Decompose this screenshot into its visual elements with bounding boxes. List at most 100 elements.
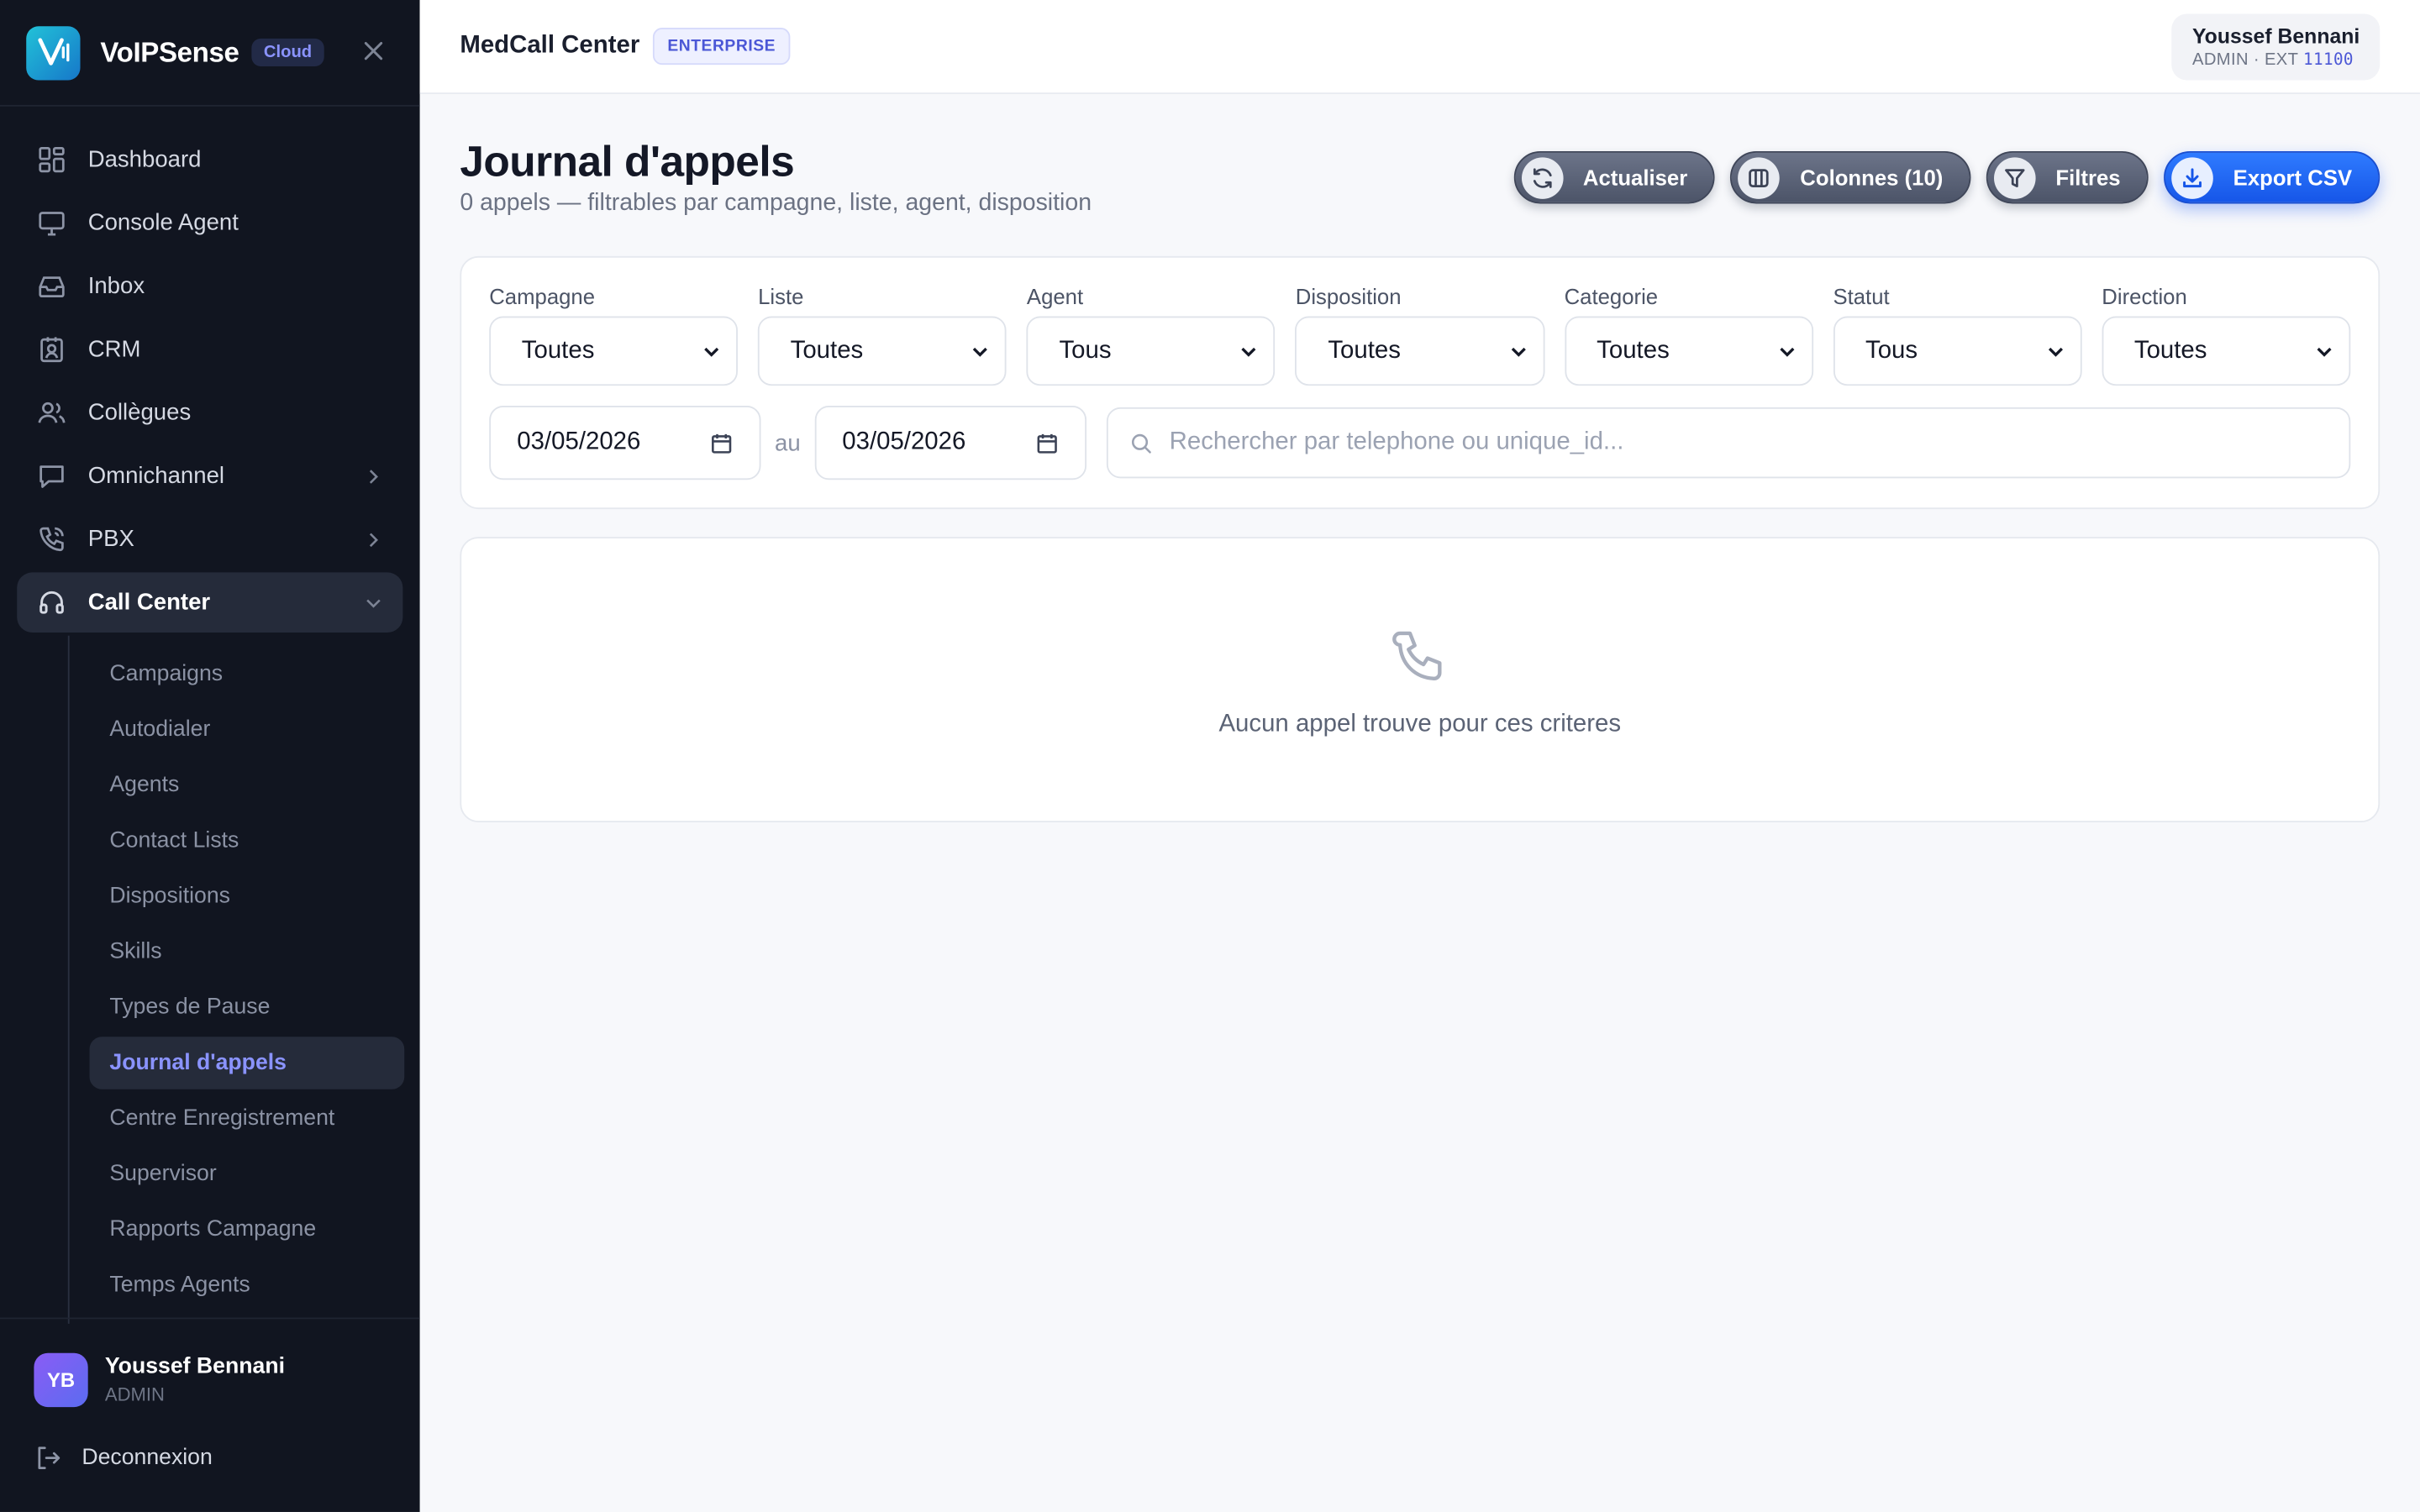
date-to-value: 03/05/2026 xyxy=(842,428,966,455)
sidebar-item-label: CRM xyxy=(87,336,141,363)
search-placeholder: Rechercher par telephone ou unique_id... xyxy=(1169,428,1624,455)
sidebar-item-call-center[interactable]: Call Center xyxy=(17,572,403,633)
chevron-down-icon xyxy=(702,342,721,360)
category-filter-label: Categorie xyxy=(1564,283,1659,309)
status-select-value: Tous xyxy=(1865,337,1918,364)
columns-label: Colonnes (10) xyxy=(1800,165,1944,190)
empty-state: Aucun appel trouve pour ces criteres xyxy=(460,537,2381,822)
plan-badge: ENTERPRISE xyxy=(653,28,790,66)
sidebar: VoIPSense Cloud Dashboard Console Agent … xyxy=(0,0,420,1512)
sidebar-item-label: Call Center xyxy=(87,589,211,616)
disposition-filter-label: Disposition xyxy=(1295,283,1402,309)
chevron-down-icon xyxy=(2315,342,2333,360)
refresh-button[interactable]: Actualiser xyxy=(1513,150,1716,204)
chevron-down-icon xyxy=(1508,342,1527,360)
agent-select[interactable]: Tous xyxy=(1026,316,1276,386)
main-content: Journal d'appels 0 appels — filtrables p… xyxy=(460,94,2381,822)
brand-header: VoIPSense Cloud xyxy=(0,0,420,107)
sidebar-item-label: Collègues xyxy=(87,399,192,426)
export-csv-button[interactable]: Export CSV xyxy=(2164,150,2381,204)
logout-icon xyxy=(34,1444,61,1472)
subnav-item-skills[interactable]: Skills xyxy=(90,926,405,978)
user-chip-meta: ADMIN · EXT 11100 xyxy=(2192,50,2360,69)
filters-label: Filtres xyxy=(2055,165,2121,190)
status-select[interactable]: Tous xyxy=(1833,316,2082,386)
sidebar-item-omnichannel[interactable]: Omnichannel xyxy=(17,446,402,507)
agent-select-value: Tous xyxy=(1059,337,1112,364)
sidebar-item-inbox[interactable]: Inbox xyxy=(17,256,402,317)
close-icon[interactable] xyxy=(363,36,385,69)
subnav-item-centre-enregistrement[interactable]: Centre Enregistrement xyxy=(90,1092,405,1144)
columns-button[interactable]: Colonnes (10) xyxy=(1730,150,1971,204)
sidebar-user-panel: YB Youssef Bennani ADMIN Deconnexion xyxy=(0,1317,420,1512)
agent-filter-label: Agent xyxy=(1026,283,1084,309)
empty-state-message: Aucun appel trouve pour ces criteres xyxy=(1218,710,1622,738)
direction-select[interactable]: Toutes xyxy=(2102,316,2351,386)
filters-button[interactable]: Filtres xyxy=(1986,150,2149,204)
date-from-value: 03/05/2026 xyxy=(517,428,641,455)
subnav-item-supervisor[interactable]: Supervisor xyxy=(90,1148,405,1200)
disposition-select[interactable]: Toutes xyxy=(1295,316,1544,386)
sidebar-item-label: PBX xyxy=(87,526,134,553)
export-csv-label: Export CSV xyxy=(2233,165,2353,190)
download-icon xyxy=(2171,156,2213,199)
chevron-down-icon xyxy=(1777,342,1796,360)
sidebar-item-pbx[interactable]: PBX xyxy=(17,509,402,570)
subnav-item-contact-lists[interactable]: Contact Lists xyxy=(90,815,405,867)
date-from-input[interactable]: 03/05/2026 xyxy=(489,406,761,480)
sidebar-item-dashboard[interactable]: Dashboard xyxy=(17,129,402,190)
monitor-icon xyxy=(37,208,66,238)
chat-icon xyxy=(37,461,66,491)
sidebar-item-console-agent[interactable]: Console Agent xyxy=(17,193,402,254)
brand-logo[interactable] xyxy=(26,25,81,80)
headset-icon xyxy=(37,588,66,617)
logout-label: Deconnexion xyxy=(82,1445,213,1471)
users-icon xyxy=(37,398,66,428)
calendar-icon[interactable] xyxy=(710,431,734,454)
chevron-down-icon xyxy=(1240,342,1259,360)
page-subtitle: 0 appels — filtrables par campagne, list… xyxy=(460,189,1092,217)
search-input[interactable]: Rechercher par telephone ou unique_id... xyxy=(1106,407,2351,479)
subnav-item-campaigns[interactable]: Campaigns xyxy=(90,648,405,700)
subnav-item-agents[interactable]: Agents xyxy=(90,759,405,811)
campaign-select[interactable]: Toutes xyxy=(489,316,739,386)
chevron-down-icon xyxy=(364,593,382,612)
date-search-row: 03/05/2026 au 03/05/2026 Rechercher par … xyxy=(489,406,2351,480)
campaign-select-value: Toutes xyxy=(521,337,595,364)
subnav-item-temps-agents[interactable]: Temps Agents xyxy=(90,1259,405,1311)
date-to-input[interactable]: 03/05/2026 xyxy=(814,406,1086,480)
subnav-item-dispositions[interactable]: Dispositions xyxy=(90,870,405,922)
dashboard-icon xyxy=(37,145,66,175)
agent-filter: Agent Tous xyxy=(1026,283,1276,386)
search-icon xyxy=(1129,431,1153,454)
date-range-separator: au xyxy=(775,429,801,456)
user-menu[interactable]: Youssef Bennani ADMIN · EXT 11100 xyxy=(2172,13,2381,80)
direction-filter: Direction Toutes xyxy=(2102,283,2351,386)
top-bar: MedCall Center ENTERPRISE Youssef Bennan… xyxy=(419,0,2420,95)
list-select-value: Toutes xyxy=(790,337,864,364)
subnav-item-journal-appels[interactable]: Journal d'appels xyxy=(89,1037,405,1089)
brand-name: VoIPSense xyxy=(100,36,239,67)
sidebar-item-label: Dashboard xyxy=(87,146,202,173)
subnav-item-autodialer[interactable]: Autodialer xyxy=(90,704,405,756)
campaign-filter: Campagne Toutes xyxy=(489,284,739,386)
direction-filter-label: Direction xyxy=(2102,283,2187,309)
calendar-icon[interactable] xyxy=(1035,431,1059,454)
list-select[interactable]: Toutes xyxy=(758,316,1007,386)
sidebar-user-name: Youssef Bennani xyxy=(104,1354,285,1380)
organization-name: MedCall Center xyxy=(460,32,640,59)
refresh-icon xyxy=(1521,156,1564,199)
sidebar-item-collegues[interactable]: Collègues xyxy=(17,383,402,444)
subnav-item-types-de-pause[interactable]: Types de Pause xyxy=(90,981,405,1033)
avatar[interactable]: YB xyxy=(34,1352,88,1408)
sidebar-item-label: Inbox xyxy=(87,273,145,300)
phone-icon xyxy=(1386,624,1454,692)
category-select[interactable]: Toutes xyxy=(1564,316,1813,386)
inbox-icon xyxy=(37,271,66,301)
status-filter-label: Statut xyxy=(1833,283,1890,309)
logout-button[interactable]: Deconnexion xyxy=(34,1444,386,1472)
subnav-item-rapports-campagne[interactable]: Rapports Campagne xyxy=(90,1204,405,1256)
select-filters-row: Campagne Toutes Liste Toutes Agent Tous … xyxy=(489,283,2351,386)
sidebar-user-role: ADMIN xyxy=(104,1383,165,1406)
sidebar-item-crm[interactable]: CRM xyxy=(17,319,402,380)
